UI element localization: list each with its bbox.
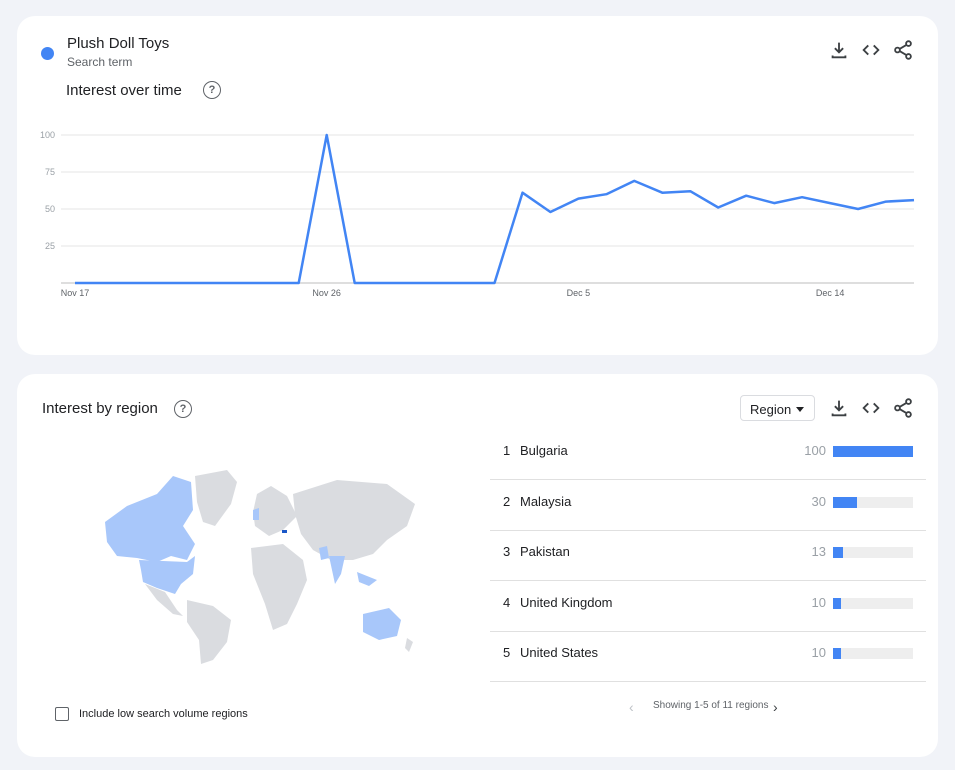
region-bar-fill: [833, 547, 844, 558]
y-tick-label: 75: [45, 167, 55, 177]
map-region-europe: [253, 486, 297, 536]
region-bar-track: [833, 496, 913, 508]
interest-by-region-card: Interest by region ? Region 1 Bulgaria 1…: [17, 374, 938, 757]
region-name: United States: [520, 645, 599, 660]
map-region-australia: [363, 608, 401, 640]
x-tick-label: Dec 14: [816, 288, 845, 298]
region-dropdown[interactable]: Region: [740, 395, 815, 421]
region-name: Malaysia: [520, 493, 572, 509]
region-bar-track: [833, 648, 913, 659]
map-region-south-america: [187, 600, 231, 664]
low-volume-checkbox[interactable]: [55, 707, 69, 721]
map-region-canada: [105, 476, 195, 562]
map-region-africa: [251, 544, 307, 630]
map-region-bulgaria: [282, 530, 287, 533]
chevron-down-icon: [796, 407, 804, 412]
y-tick-label: 50: [45, 204, 55, 214]
region-rank: 2: [503, 493, 511, 509]
share-icon[interactable]: [892, 397, 914, 419]
map-region-new-zealand: [405, 638, 413, 652]
pagination-text: Showing 1-5 of 11 regions: [653, 700, 769, 711]
region-row[interactable]: 5 United States 10: [490, 631, 926, 682]
region-rank: 4: [503, 594, 511, 610]
x-tick-label: Nov 26: [312, 288, 341, 298]
map-region-asia: [293, 480, 415, 560]
region-bar-track: [833, 597, 913, 609]
x-tick-label: Nov 17: [61, 288, 90, 298]
region-bar-track: [833, 446, 913, 457]
region-row[interactable]: 3 Pakistan 13: [490, 530, 926, 581]
map-region-malaysia: [357, 572, 377, 586]
world-map[interactable]: [87, 464, 417, 664]
interest-by-region-title: Interest by region: [42, 400, 158, 417]
region-name: Bulgaria: [520, 443, 568, 458]
region-rank: 3: [503, 544, 511, 559]
region-bar-fill: [833, 496, 857, 508]
x-tick-label: Dec 5: [567, 288, 591, 298]
embed-code-icon[interactable]: [860, 397, 882, 419]
region-name: Pakistan: [520, 544, 570, 559]
y-tick-label: 25: [45, 241, 55, 251]
region-value: 30: [811, 493, 826, 509]
region-value: 10: [811, 594, 826, 610]
region-bar-fill: [833, 597, 841, 609]
help-icon[interactable]: ?: [174, 400, 192, 418]
map-region-united-kingdom: [253, 508, 259, 520]
region-value: 10: [811, 645, 826, 660]
pagination: ‹ Showing 1-5 of 11 regions ›: [629, 698, 799, 718]
region-rank: 5: [503, 645, 511, 660]
region-row[interactable]: 2 Malaysia 30: [490, 480, 926, 531]
map-region-greenland: [195, 470, 237, 526]
region-bar-track: [833, 547, 913, 558]
region-bar-fill: [833, 446, 913, 457]
interest-over-time-card: Plush Doll Toys Search term Interest ove…: [17, 16, 938, 355]
region-row[interactable]: 1 Bulgaria 100: [490, 429, 926, 480]
y-tick-label: 100: [40, 130, 55, 140]
region-row[interactable]: 4 United Kingdom 10: [490, 581, 926, 632]
region-value: 13: [811, 544, 826, 559]
interest-line-chart: 25 50 75 100 Nov 17 Nov 26 Dec 5 Dec 14: [40, 130, 915, 298]
region-bar-fill: [833, 648, 841, 659]
region-dropdown-label: Region: [750, 402, 792, 417]
region-value: 100: [804, 443, 826, 458]
low-volume-checkbox-label: Include low search volume regions: [79, 708, 248, 720]
chevron-right-icon[interactable]: ›: [773, 699, 778, 715]
map-region-united-states: [139, 556, 195, 594]
chevron-left-icon[interactable]: ‹: [629, 699, 634, 715]
download-icon[interactable]: [828, 397, 850, 419]
region-name: United Kingdom: [520, 594, 613, 610]
map-region-india: [329, 556, 345, 584]
region-rank: 1: [503, 443, 511, 458]
